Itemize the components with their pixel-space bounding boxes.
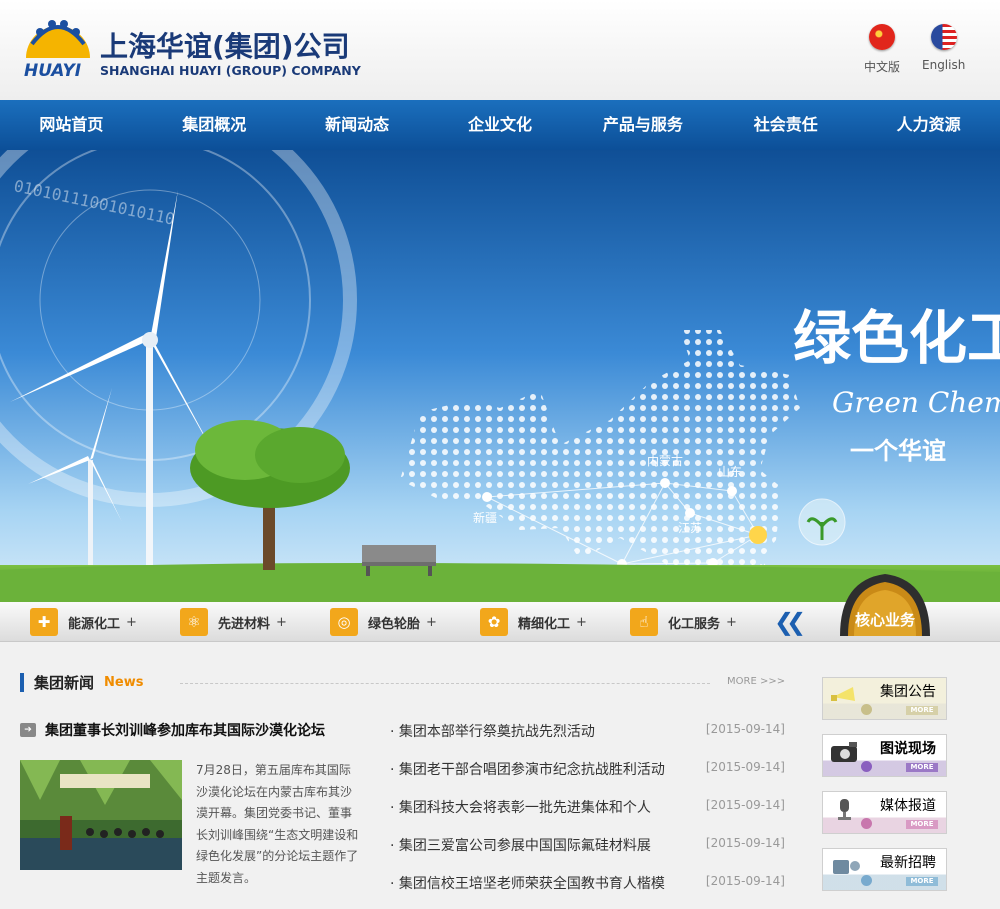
news-item[interactable]: · 集团三爱富公司参展中国国际氟硅材料展 [2015-09-14] [390, 835, 790, 855]
advanced-materials-icon: ⚛ [180, 608, 208, 636]
news-title: 集团新闻 [34, 674, 95, 692]
sidebar-more-badge: MORE [906, 706, 938, 715]
nav-products[interactable]: 产品与服务 [571, 100, 714, 150]
camera-icon [831, 742, 857, 762]
sidebar-recruitment[interactable]: 最新招聘 MORE [822, 848, 947, 891]
nav-home[interactable]: 网站首页 [0, 100, 143, 150]
news-item[interactable]: · 集团信校王培坚老师荣获全国教书育人楷模 [2015-09-14] [390, 873, 790, 893]
seedling-globe-icon [798, 498, 846, 546]
map-city-label: 新疆 [473, 510, 497, 525]
sidebar-dot [861, 818, 872, 829]
company-logo[interactable]: HUAYI 上海华谊(集团)公司 SHANGHAI HUAYI (GROUP) … [22, 14, 382, 81]
news-item[interactable]: · 集团老干部合唱团参演市纪念抗战胜利活动 [2015-09-14] [390, 759, 790, 779]
sidebar-dot [861, 704, 872, 715]
core-business-label: 核心业务 [855, 611, 916, 629]
nav-hr[interactable]: 人力资源 [857, 100, 1000, 150]
core-item-materials[interactable]: ⚛ 先进材料 + [180, 608, 287, 636]
banner-slogan: 绿色化工 [793, 304, 1000, 372]
chemical-service-icon: ☝ [630, 608, 658, 636]
news-photo[interactable] [20, 760, 182, 870]
map-city-label: 山东 [718, 465, 742, 479]
main-nav: 网站首页 集团概况 新闻动态 企业文化 产品与服务 社会责任 人力资源 [0, 100, 1000, 150]
news-summary: 7月28日，第五届库布其国际沙漠化论坛在内蒙古库布其沙漠开幕。集团党委书记、董事… [196, 763, 359, 885]
arrow-right-icon: ➔ [20, 723, 36, 737]
usa-flag-icon [930, 24, 957, 50]
green-tire-icon: ◎ [330, 608, 358, 636]
banner-tagline: 一个华谊 [850, 437, 946, 465]
news-section-header: 集团新闻 News MORE >>> [20, 670, 790, 696]
sidebar-dot [861, 875, 872, 886]
sidebar-dot [861, 761, 872, 772]
hero-banner[interactable]: 01010111001010110 内蒙古 山东 新疆 江苏 上海 重庆 安徽 [0, 150, 1000, 602]
logo-brand: HUAYI [24, 61, 81, 78]
news-headline[interactable]: ➔ 集团董事长刘训峰参加库布其国际沙漠化论坛 [20, 720, 370, 740]
map-city-label: 内蒙古 [647, 453, 683, 468]
nav-news[interactable]: 新闻动态 [286, 100, 429, 150]
lang-chinese[interactable]: 中文版 [864, 24, 900, 75]
core-item-service[interactable]: ☝ 化工服务 + [630, 608, 737, 636]
microphone-icon [838, 799, 851, 820]
sidebar-media[interactable]: 媒体报道 MORE [822, 791, 947, 834]
sidebar-more-badge: MORE [906, 763, 938, 772]
core-item-energy[interactable]: ✚ 能源化工 + [30, 608, 137, 636]
sidebar-more-badge: MORE [906, 820, 938, 829]
news-item[interactable]: · 集团科技大会将表彰一批先进集体和个人 [2015-09-14] [390, 797, 790, 817]
lang-english[interactable]: English [922, 24, 965, 72]
china-flag-icon [869, 24, 895, 50]
sidebar-photo-news[interactable]: 图说现场 MORE [822, 734, 947, 777]
nav-overview[interactable]: 集团概况 [143, 100, 286, 150]
core-item-fine-chemical[interactable]: ✿ 精细化工 + [480, 608, 587, 636]
fine-chemical-icon: ✿ [480, 608, 508, 636]
nav-responsibility[interactable]: 社会责任 [714, 100, 857, 150]
site-header: HUAYI 上海华谊(集团)公司 SHANGHAI HUAYI (GROUP) … [0, 0, 1000, 100]
scroll-left-arrow-icon[interactable]: ❮❮ [774, 608, 806, 636]
core-business-badge[interactable]: 核心业务 [820, 562, 950, 642]
news-item[interactable]: · 集团本部举行祭奠抗战先烈活动 [2015-09-14] [390, 721, 790, 741]
lang-english-label: English [922, 58, 966, 72]
banner-slogan-en: Green Chemi [832, 386, 1000, 419]
logo-name-en: SHANGHAI HUAYI (GROUP) COMPANY [100, 63, 362, 78]
sidebar-announcement[interactable]: 集团公告 MORE [822, 677, 947, 720]
map-city-label: 江苏 [678, 521, 702, 535]
sidebar-more-badge: MORE [906, 877, 938, 886]
logo-name-cn: 上海华谊(集团)公司 [100, 30, 350, 63]
news-headline-text: 集团董事长刘训峰参加库布其国际沙漠化论坛 [45, 723, 325, 739]
nav-culture[interactable]: 企业文化 [429, 100, 572, 150]
megaphone-icon [831, 687, 855, 701]
logo-emblem-icon [26, 20, 90, 58]
lang-chinese-label: 中文版 [864, 60, 901, 74]
core-item-tire[interactable]: ◎ 绿色轮胎 + [330, 608, 437, 636]
energy-chemical-icon: ✚ [30, 608, 58, 636]
news-more-link[interactable]: MORE >>> [727, 676, 785, 687]
recruitment-icon [833, 860, 860, 874]
news-title-en: News [104, 675, 144, 690]
